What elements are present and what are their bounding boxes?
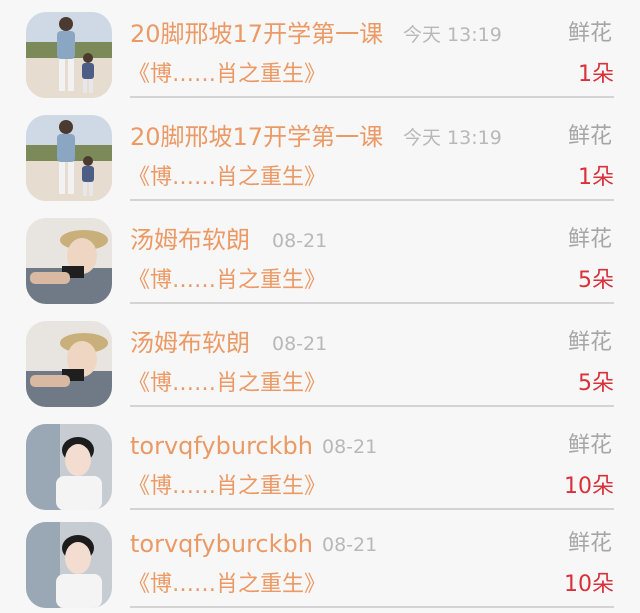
gift-type-label: 鲜花: [567, 124, 612, 149]
gift-count: 1朵: [578, 62, 614, 87]
sender-name[interactable]: torvqfyburckbh: [130, 528, 313, 560]
avatar[interactable]: [26, 424, 112, 510]
work-title[interactable]: 《博……肖之重生》: [128, 369, 326, 399]
work-title[interactable]: 《博……肖之重生》: [128, 60, 326, 90]
gift-count: 5朵: [578, 268, 614, 293]
gift-time: 今天 13:19: [403, 24, 502, 46]
father-son-photo-icon: [26, 115, 112, 201]
avatar[interactable]: [26, 115, 112, 201]
gift-record-list: 20脚邢坡17开学第一课 今天 13:19 鲜花 《博……肖之重生》 1朵 20…: [0, 0, 640, 613]
gift-record-item[interactable]: 汤姆布软朗 08-21 鲜花 《博……肖之重生》 5朵: [0, 206, 640, 309]
work-title[interactable]: 《博……肖之重生》: [128, 163, 326, 193]
gift-record-item[interactable]: torvqfyburckbh 08-21 鲜花 《博……肖之重生》 10朵: [0, 510, 640, 613]
work-title[interactable]: 《博……肖之重生》: [128, 472, 326, 502]
avatar[interactable]: [26, 12, 112, 98]
young-man-white-photo-icon: [26, 424, 112, 510]
gift-count: 1朵: [578, 165, 614, 190]
gift-count: 10朵: [564, 572, 614, 597]
gift-type-label: 鲜花: [567, 227, 612, 252]
gift-count: 5朵: [578, 371, 614, 396]
row-divider: [130, 405, 614, 407]
gift-record-item[interactable]: 汤姆布软朗 08-21 鲜花 《博……肖之重生》 5朵: [0, 309, 640, 412]
gift-record-item[interactable]: 20脚邢坡17开学第一课 今天 13:19 鲜花 《博……肖之重生》 1朵: [0, 103, 640, 206]
sender-name[interactable]: 20脚邢坡17开学第一课: [130, 18, 383, 50]
row-divider: [130, 96, 614, 98]
sender-name[interactable]: torvqfyburckbh: [130, 430, 313, 462]
gift-record-item[interactable]: 20脚邢坡17开学第一课 今天 13:19 鲜花 《博……肖之重生》 1朵: [0, 0, 640, 103]
young-man-hat-photo-icon: [26, 218, 112, 304]
gift-count: 10朵: [564, 474, 614, 499]
avatar[interactable]: [26, 522, 112, 608]
gift-type-label: 鲜花: [567, 21, 612, 46]
gift-time: 08-21: [322, 534, 378, 556]
row-divider: [130, 302, 614, 304]
gift-type-label: 鲜花: [567, 433, 612, 458]
gift-time: 08-21: [272, 333, 328, 355]
gift-type-label: 鲜花: [567, 330, 612, 355]
sender-name[interactable]: 20脚邢坡17开学第一课: [130, 121, 383, 153]
gift-time: 08-21: [322, 436, 378, 458]
gift-type-label: 鲜花: [567, 531, 612, 556]
work-title[interactable]: 《博……肖之重生》: [128, 266, 326, 296]
young-man-white-photo-icon: [26, 522, 112, 608]
avatar[interactable]: [26, 321, 112, 407]
gift-time: 今天 13:19: [403, 127, 502, 149]
father-son-photo-icon: [26, 12, 112, 98]
young-man-hat-photo-icon: [26, 321, 112, 407]
gift-time: 08-21: [272, 230, 328, 252]
gift-record-item[interactable]: torvqfyburckbh 08-21 鲜花 《博……肖之重生》 10朵: [0, 412, 640, 515]
work-title[interactable]: 《博……肖之重生》: [128, 570, 326, 600]
row-divider: [130, 606, 614, 608]
avatar[interactable]: [26, 218, 112, 304]
sender-name[interactable]: 汤姆布软朗: [130, 224, 250, 256]
sender-name[interactable]: 汤姆布软朗: [130, 327, 250, 359]
row-divider: [130, 199, 614, 201]
